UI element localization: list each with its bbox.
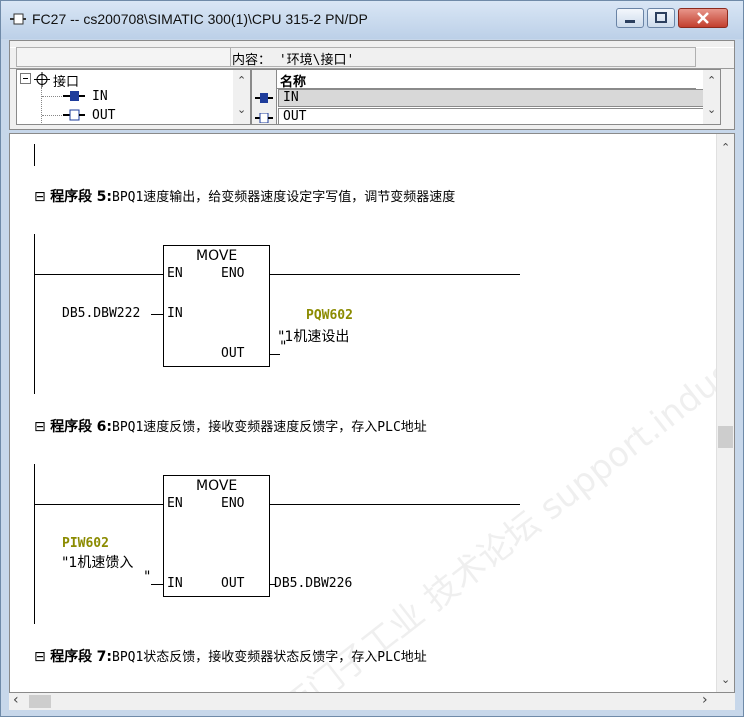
tree-scrollbar[interactable]: ⌃ ⌄	[233, 70, 250, 124]
grid-row-out[interactable]: OUT	[278, 108, 718, 124]
network-6-header[interactable]: ⊟ 程序段 6:BPQ1速度反馈，接收变频器速度反馈字，存入PLC地址	[34, 416, 427, 436]
editor-window: FC27 -- cs200708\SIMATIC 300(1)\CPU 315-…	[0, 0, 744, 717]
network-7-header[interactable]: ⊟ 程序段 7:BPQ1状态反馈，接收变频器状态反馈字，存入PLC地址	[34, 646, 427, 666]
collapse-icon[interactable]: ⊟	[34, 189, 46, 205]
power-rail	[34, 234, 35, 394]
close-icon	[697, 12, 709, 24]
rung-wire	[34, 274, 164, 275]
declaration-grid: 名称 IN OUT ⌃ ⌄	[251, 69, 721, 125]
pin-wire	[270, 354, 280, 355]
pin-wire	[151, 584, 163, 585]
network-number: 7	[96, 649, 107, 665]
tree-line	[41, 87, 43, 123]
collapse-icon[interactable]: ⊟	[34, 649, 46, 665]
lad-editor[interactable]: 西门子工业 技术论坛 support.industry.siemens.com/…	[9, 133, 735, 693]
rung-wire	[34, 504, 164, 505]
network-comment: BPQ1状态反馈，接收变频器状态反馈字，存入PLC地址	[112, 650, 427, 665]
out-icon	[63, 109, 85, 121]
grid-row-in[interactable]: IN	[278, 89, 718, 107]
out-pin: OUT	[221, 576, 245, 591]
in-address[interactable]: PIW602	[62, 536, 109, 551]
horizontal-scrollbar[interactable]: ‹ ›	[9, 693, 735, 710]
network-label: 程序段	[50, 189, 93, 205]
network-label: 程序段	[50, 419, 93, 435]
out-address[interactable]: PQW602	[306, 308, 353, 323]
tree-item-interface[interactable]: 接口	[53, 71, 79, 90]
maximize-button[interactable]	[647, 8, 675, 28]
interface-tree: 接口 IN OUT ⌃ ⌄	[16, 69, 251, 125]
network-number: 5	[96, 189, 107, 205]
network-comment: BPQ1速度反馈，接收变频器速度反馈字，存入PLC地址	[112, 420, 427, 435]
network-number: 6	[96, 419, 107, 435]
power-rail	[34, 464, 35, 624]
scroll-thumb[interactable]	[718, 426, 733, 448]
scroll-thumb[interactable]	[29, 695, 51, 708]
network-comment: BPQ1速度输出，给变频器速度设定字写值，调节变频器速度	[112, 190, 456, 205]
in-pin: IN	[167, 576, 183, 591]
title-bar[interactable]: FC27 -- cs200708\SIMATIC 300(1)\CPU 315-…	[1, 1, 743, 39]
out-operand[interactable]: DB5.DBW226	[274, 576, 352, 591]
scroll-down-icon[interactable]: ⌄	[237, 104, 246, 115]
scroll-down-icon[interactable]: ⌄	[707, 104, 716, 115]
pin-wire	[151, 314, 163, 315]
eno-pin: ENO	[221, 266, 245, 281]
content-path-label: 内容： '环境\接口'	[232, 53, 355, 68]
box-title: MOVE	[196, 248, 238, 264]
network-label: 程序段	[50, 649, 93, 665]
in-icon	[255, 93, 273, 103]
block-icon	[10, 13, 26, 25]
minimize-button[interactable]	[616, 8, 644, 28]
out-pin: OUT	[221, 346, 245, 361]
power-rail	[34, 144, 35, 166]
collapse-icon[interactable]	[20, 73, 32, 85]
tree-item-out[interactable]: OUT	[92, 108, 115, 123]
eno-pin: ENO	[221, 496, 245, 511]
minimize-icon	[625, 20, 635, 23]
out-icon	[255, 113, 273, 123]
interface-icon	[34, 72, 50, 87]
scroll-right-icon[interactable]: ›	[702, 693, 708, 707]
scroll-up-icon[interactable]: ⌃	[237, 75, 246, 86]
scroll-up-icon[interactable]: ⌃	[721, 142, 730, 153]
en-pin: EN	[167, 496, 183, 511]
grid-scrollbar[interactable]: ⌃ ⌄	[703, 70, 720, 124]
en-pin: EN	[167, 266, 183, 281]
tree-line	[42, 96, 62, 97]
content-left-field	[16, 47, 231, 67]
scroll-left-icon[interactable]: ‹	[13, 693, 19, 707]
in-operand[interactable]: DB5.DBW222	[62, 306, 140, 321]
in-icon	[63, 91, 85, 101]
rung-wire	[270, 504, 520, 505]
collapse-icon[interactable]: ⊟	[34, 419, 46, 435]
network-5-header[interactable]: ⊟ 程序段 5:BPQ1速度输出，给变频器速度设定字写值，调节变频器速度	[34, 186, 455, 206]
move-box[interactable]: MOVE EN ENO IN OUT	[163, 475, 270, 597]
in-symbol-end: "	[144, 569, 151, 585]
maximize-icon	[655, 12, 667, 23]
interface-panel: 内容： '环境\接口' 接口 IN OUT ⌃ ⌄ 名称 IN OUT ⌃ ⌄	[9, 40, 735, 130]
rung-wire	[270, 274, 520, 275]
out-symbol-end: "	[280, 339, 287, 355]
box-title: MOVE	[196, 478, 238, 494]
out-symbol[interactable]: "1机速设出	[278, 326, 349, 346]
tree-item-in[interactable]: IN	[92, 89, 108, 104]
close-button[interactable]	[678, 8, 728, 28]
in-symbol[interactable]: "1机速馈入	[62, 552, 133, 572]
move-box[interactable]: MOVE EN ENO IN OUT	[163, 245, 270, 367]
scroll-up-icon[interactable]: ⌃	[707, 75, 716, 86]
in-pin: IN	[167, 306, 183, 321]
window-title: FC27 -- cs200708\SIMATIC 300(1)\CPU 315-…	[32, 11, 368, 27]
vertical-scrollbar[interactable]: ⌃ ⌄	[716, 134, 734, 692]
tree-line	[42, 115, 62, 116]
scroll-down-icon[interactable]: ⌄	[721, 674, 730, 685]
